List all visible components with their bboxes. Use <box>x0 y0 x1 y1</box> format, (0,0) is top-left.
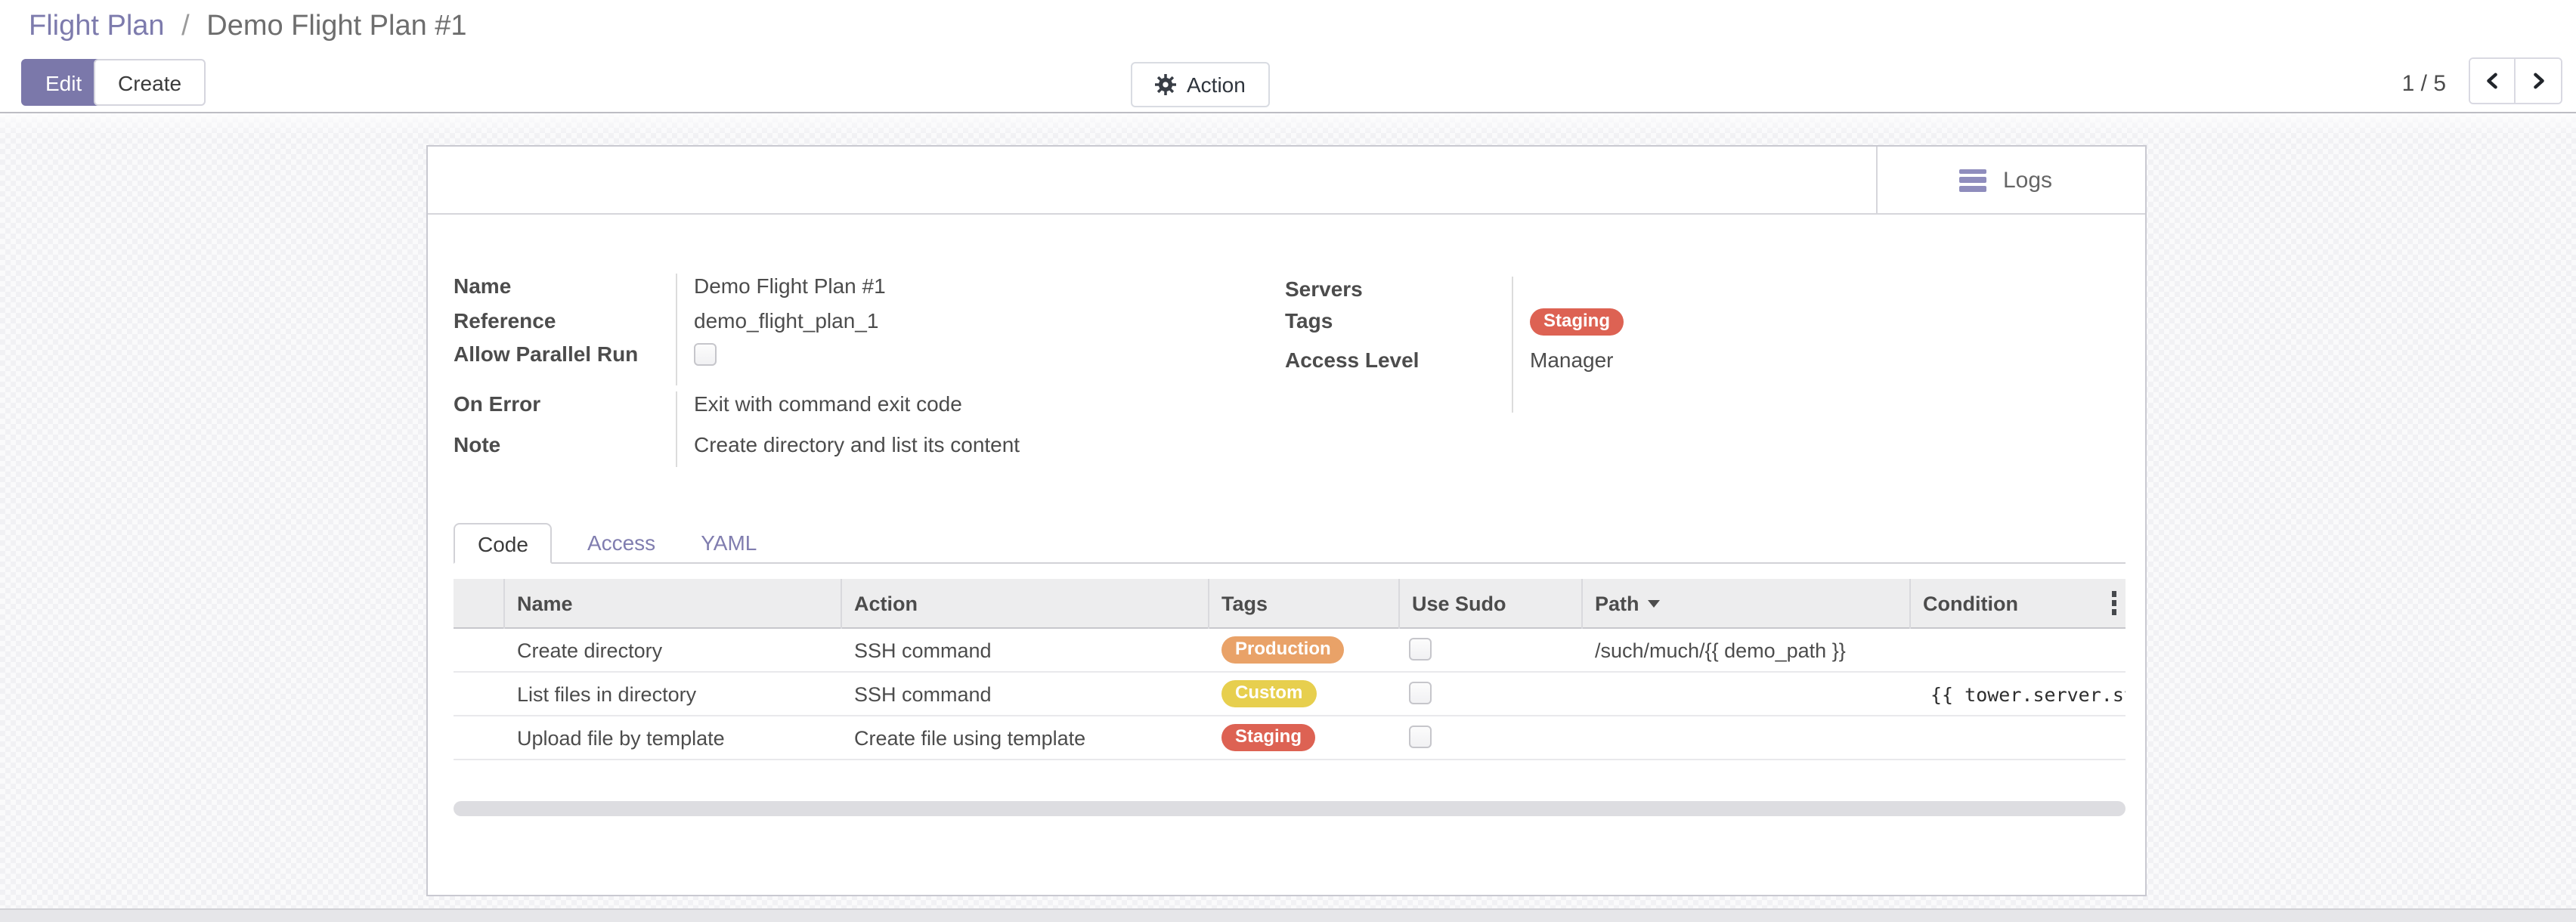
name-field-label: Name <box>454 274 677 308</box>
handle-column-header <box>454 579 505 629</box>
action-button-label: Action <box>1187 73 1246 97</box>
row-name-cell: Upload file by template <box>505 726 842 749</box>
table-row[interactable]: Upload file by template Create file usin… <box>454 716 2126 760</box>
table-header-row: Name Action Tags Use Sudo Path Condition <box>454 579 2126 629</box>
gear-icon <box>1155 74 1176 95</box>
servers-field-label: Servers <box>1285 277 1513 308</box>
bottom-strip <box>0 908 2576 922</box>
chevron-right-icon <box>2530 73 2547 89</box>
button-box-divider <box>1876 147 1878 213</box>
form-sheet: Logs Name Demo Flight Plan #1 Reference … <box>426 145 2147 896</box>
column-header-condition[interactable]: Condition <box>1911 579 2126 629</box>
breadcrumb: Flight Plan / Demo Flight Plan #1 <box>29 11 467 44</box>
row-path-cell: /such/much/{{ demo_path }} <box>1583 639 1911 661</box>
column-header-action[interactable]: Action <box>842 579 1209 629</box>
pager-previous-button[interactable] <box>2470 59 2516 103</box>
use-sudo-checkbox[interactable] <box>1409 725 1432 747</box>
tags-field-label: Tags <box>1285 308 1513 348</box>
breadcrumb-current: Demo Flight Plan #1 <box>206 11 466 42</box>
chevron-left-icon <box>2484 73 2500 89</box>
row-action-cell: SSH command <box>842 639 1209 661</box>
field-group-right: Servers Tags Staging Access Level Manage… <box>1285 277 2126 413</box>
tag-badge-custom: Custom <box>1221 680 1316 707</box>
tab-access[interactable]: Access <box>565 523 678 562</box>
reference-field-label: Reference <box>454 308 677 342</box>
row-tags-cell: Production <box>1209 636 1400 664</box>
notebook-tabs: Code Access YAML <box>454 523 2126 564</box>
on-error-field-label: On Error <box>454 391 677 432</box>
row-tags-cell: Staging <box>1209 724 1400 751</box>
breadcrumb-separator: / <box>181 11 190 42</box>
note-field-value: Create directory and list its content <box>677 432 1126 467</box>
row-action-cell: SSH command <box>842 682 1209 705</box>
use-sudo-checkbox[interactable] <box>1409 637 1432 660</box>
reference-field-value: demo_flight_plan_1 <box>677 308 1126 342</box>
row-name-cell: Create directory <box>505 639 842 661</box>
table-row[interactable]: Create directory SSH command Production … <box>454 629 2126 673</box>
sort-desc-icon <box>1649 600 1661 608</box>
button-box: Logs <box>428 147 2145 215</box>
tag-badge-staging: Staging <box>1530 308 1624 336</box>
logs-button-label: Logs <box>2003 167 2052 193</box>
commands-table: Name Action Tags Use Sudo Path Condition… <box>454 579 2126 760</box>
table-row[interactable]: List files in directory SSH command Cust… <box>454 673 2126 716</box>
app-window: Flight Plan / Demo Flight Plan #1 Edit C… <box>0 0 2576 922</box>
name-field-value: Demo Flight Plan #1 <box>677 274 1126 308</box>
column-header-path[interactable]: Path <box>1583 579 1911 629</box>
servers-field-value <box>1513 277 2126 308</box>
pager-next-button[interactable] <box>2516 59 2561 103</box>
note-field-label: Note <box>454 432 677 467</box>
on-error-field-value: Exit with command exit code <box>677 391 1126 432</box>
tab-code[interactable]: Code <box>454 523 553 564</box>
row-name-cell: List files in directory <box>505 682 842 705</box>
column-header-name[interactable]: Name <box>505 579 842 629</box>
breadcrumb-parent-link[interactable]: Flight Plan <box>29 11 165 42</box>
field-group-left: Name Demo Flight Plan #1 Reference demo_… <box>454 274 1126 467</box>
logs-bars-icon <box>1959 169 1986 191</box>
table-horizontal-scrollbar[interactable] <box>454 801 2126 816</box>
column-header-use-sudo[interactable]: Use Sudo <box>1400 579 1583 629</box>
control-panel: Flight Plan / Demo Flight Plan #1 Edit C… <box>0 0 2576 113</box>
field-group-spacer <box>1285 382 1513 413</box>
allow-parallel-run-checkbox[interactable] <box>694 343 717 366</box>
row-condition-cell: {{ tower.server.st <box>1911 682 2126 705</box>
form-view-background: Logs Name Demo Flight Plan #1 Reference … <box>0 112 2576 922</box>
use-sudo-checkbox[interactable] <box>1409 681 1432 704</box>
tag-badge-staging-row: Staging <box>1221 724 1315 751</box>
allow-parallel-run-field-label: Allow Parallel Run <box>454 342 677 385</box>
optional-columns-icon[interactable] <box>2111 591 2116 614</box>
pager-counter: 1 / 5 <box>2402 71 2446 97</box>
action-button[interactable]: Action <box>1131 62 1270 107</box>
access-level-field-value: Manager <box>1513 348 2126 382</box>
tag-badge-production: Production <box>1221 636 1345 664</box>
access-level-field-label: Access Level <box>1285 348 1513 382</box>
logs-stat-button[interactable]: Logs <box>1934 147 2145 213</box>
pager <box>2469 57 2562 104</box>
row-action-cell: Create file using template <box>842 726 1209 749</box>
create-button[interactable]: Create <box>94 59 206 106</box>
row-tags-cell: Custom <box>1209 680 1400 707</box>
column-header-tags[interactable]: Tags <box>1209 579 1400 629</box>
tab-yaml[interactable]: YAML <box>678 523 779 562</box>
column-header-path-label: Path <box>1595 592 1639 615</box>
